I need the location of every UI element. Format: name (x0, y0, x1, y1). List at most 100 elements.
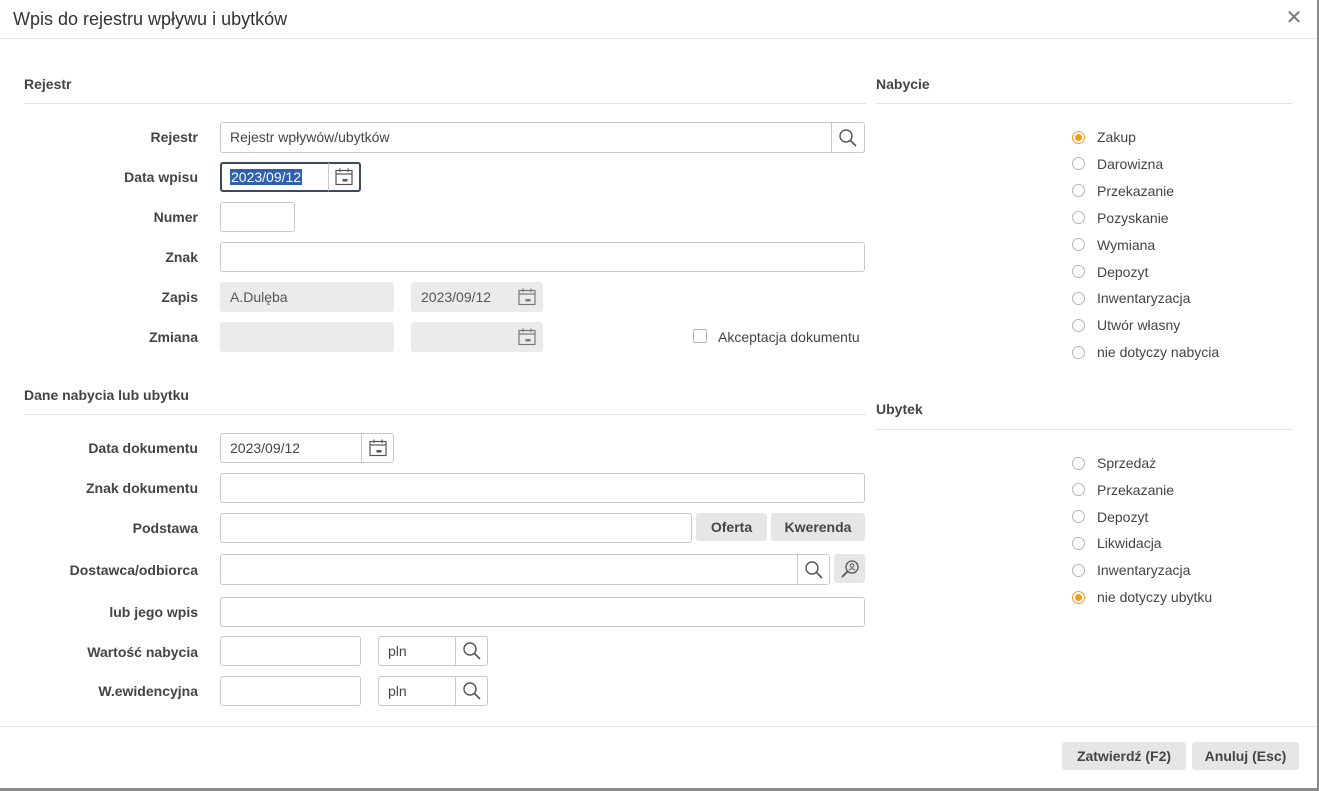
podstawa-input[interactable] (220, 513, 692, 543)
radio-button[interactable] (1072, 590, 1085, 604)
nabycie-option[interactable]: Wymiana (1072, 235, 1155, 255)
section-title-ubytek: Ubytek (876, 401, 923, 417)
kwerenda-button[interactable]: Kwerenda (771, 513, 865, 541)
nabycie-option[interactable]: Darowizna (1072, 154, 1163, 174)
divider (24, 414, 866, 415)
radio-button[interactable] (1072, 291, 1085, 305)
rejestr-input[interactable]: Rejestr wpływów/ubytków (220, 122, 832, 153)
radio-button[interactable] (1072, 238, 1085, 252)
nabycie-option[interactable]: Utwór własny (1072, 315, 1180, 335)
zmiana-label: Zmiana (148, 329, 198, 345)
data-wpisu-input[interactable]: 2023/09/12 (220, 162, 330, 192)
nabycie-option[interactable]: Przekazanie (1072, 181, 1174, 201)
lub-wpis-label: lub jego wpis (109, 604, 198, 620)
radio-button[interactable] (1072, 265, 1085, 278)
nabycie-option[interactable]: Inwentaryzacja (1072, 288, 1190, 308)
nabycie-option[interactable]: nie dotyczy nabycia (1072, 342, 1219, 362)
dostawca-person-search-button[interactable] (834, 554, 865, 583)
znak-dokumentu-label: Znak dokumentu (85, 480, 198, 496)
cancel-button[interactable]: Anuluj (Esc) (1192, 742, 1299, 770)
radio-label: Pozyskanie (1097, 209, 1169, 226)
search-icon (462, 682, 481, 700)
radio-label: Darowizna (1097, 155, 1164, 172)
radio-button[interactable] (1072, 510, 1085, 524)
radio-button[interactable] (1072, 157, 1085, 171)
search-icon (462, 642, 481, 660)
radio-button[interactable] (1072, 211, 1085, 225)
data-dokumentu-calendar-button[interactable] (361, 433, 394, 463)
radio-button[interactable] (1072, 456, 1085, 470)
data-wpisu-value: 2023/09/12 (230, 169, 303, 185)
ubytek-option[interactable]: Inwentaryzacja (1072, 560, 1190, 580)
radio-button[interactable] (1072, 318, 1085, 332)
section-title-nabycie: Nabycie (876, 76, 930, 92)
title-bar: Wpis do rejestru wpływu i ubytków ✕ (0, 0, 1317, 39)
podstawa-label: Podstawa (132, 520, 198, 536)
radio-button[interactable] (1072, 563, 1085, 577)
numer-input[interactable] (220, 202, 295, 232)
dialog-title: Wpis do rejestru wpływu i ubytków (13, 9, 288, 29)
radio-button[interactable] (1072, 184, 1085, 198)
divider (24, 103, 866, 104)
calendar-icon (335, 168, 353, 186)
radio-button[interactable] (1072, 483, 1085, 497)
akceptacja-label: Akceptacja dokumentu (718, 329, 860, 345)
calendar-icon (368, 439, 387, 457)
data-dokumentu-input[interactable]: 2023/09/12 (220, 433, 362, 463)
lub-wpis-input[interactable] (220, 597, 865, 627)
confirm-button[interactable]: Zatwierdź (F2) (1062, 742, 1186, 770)
radio-label: Wymiana (1097, 236, 1156, 253)
ubytek-option[interactable]: Sprzedaż (1072, 453, 1156, 473)
radio-label: Przekazanie (1097, 481, 1175, 498)
wartosc-input[interactable] (220, 636, 361, 666)
znak-input[interactable] (220, 242, 865, 272)
radio-button[interactable] (1072, 536, 1085, 550)
dostawca-input[interactable] (220, 554, 798, 585)
wewid-input[interactable] (220, 676, 361, 706)
radio-label: Likwidacja (1097, 535, 1162, 552)
radio-label: Depozyt (1097, 508, 1149, 525)
ubytek-option[interactable]: nie dotyczy ubytku (1072, 587, 1212, 607)
close-icon[interactable]: ✕ (1284, 8, 1304, 28)
wartosc-currency-search-button[interactable] (455, 636, 488, 666)
footer-divider (0, 726, 1317, 727)
ubytek-option[interactable]: Likwidacja (1072, 533, 1162, 553)
oferta-button[interactable]: Oferta (696, 513, 767, 541)
ubytek-option[interactable]: Przekazanie (1072, 480, 1174, 500)
person-search-icon (840, 559, 859, 578)
rejestr-label: Rejestr (150, 129, 198, 145)
radio-label: Inwentaryzacja (1097, 290, 1191, 307)
divider (876, 429, 1293, 430)
data-wpisu-calendar-button[interactable] (328, 162, 361, 192)
section-title-dane: Dane nabycia lub ubytku (24, 387, 189, 403)
numer-label: Numer (153, 209, 198, 225)
radio-label: Utwór własny (1097, 317, 1181, 334)
radio-label: Przekazanie (1097, 182, 1175, 199)
wartosc-currency-input[interactable]: pln (378, 636, 456, 666)
data-wpisu-label: Data wpisu (124, 169, 198, 185)
radio-button[interactable] (1072, 130, 1085, 144)
dostawca-search-button[interactable] (797, 554, 830, 585)
wewid-label: W.ewidencyjna (98, 683, 198, 699)
akceptacja-checkbox[interactable] (693, 329, 707, 343)
wewid-currency-search-button[interactable] (455, 676, 488, 706)
radio-button[interactable] (1072, 345, 1085, 359)
section-title-rejestr: Rejestr (24, 76, 72, 92)
nabycie-option[interactable]: Depozyt (1072, 262, 1148, 282)
radio-label: nie dotyczy ubytku (1097, 589, 1213, 605)
wewid-currency-input[interactable]: pln (378, 676, 456, 706)
ubytek-option[interactable]: Depozyt (1072, 507, 1148, 527)
dialog-window: Wpis do rejestru wpływu i ubytków ✕ Reje… (0, 0, 1319, 791)
znak-dokumentu-input[interactable] (220, 473, 865, 503)
nabycie-option[interactable]: Zakup (1072, 127, 1136, 147)
radio-label: Zakup (1097, 129, 1136, 145)
search-icon (804, 560, 823, 579)
calendar-icon (518, 288, 536, 306)
calendar-icon (518, 328, 536, 346)
zapis-label: Zapis (161, 289, 198, 305)
radio-label: nie dotyczy nabycia (1097, 344, 1220, 361)
rejestr-search-button[interactable] (831, 122, 865, 153)
nabycie-option[interactable]: Pozyskanie (1072, 208, 1169, 228)
search-icon (839, 128, 857, 147)
divider (876, 103, 1293, 104)
